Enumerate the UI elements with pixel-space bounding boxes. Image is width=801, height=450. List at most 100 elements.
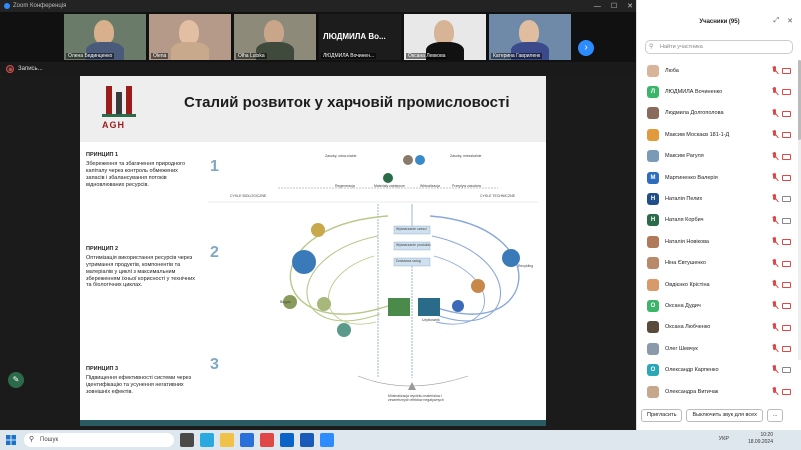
mic-muted-icon[interactable] — [771, 322, 778, 332]
participant-row[interactable]: М Мартиненко Валерія — [637, 167, 797, 188]
participants-panel: Учасники (95) ⤢ ✕ ⚲ Найти участника Люба… — [636, 0, 801, 430]
participant-row[interactable]: Л ЛЮДМИЛА Вочиненко — [637, 81, 797, 102]
participant-row[interactable]: Овдієнко Крістіна — [637, 274, 797, 295]
participant-search-input[interactable]: ⚲ Найти участника — [645, 40, 793, 54]
camera-off-icon[interactable] — [782, 388, 791, 395]
participant-row[interactable]: Ніна Євтушенко — [637, 253, 797, 274]
principle-heading: ПРИНЦИП 3 — [86, 366, 119, 372]
mic-muted-icon[interactable] — [771, 215, 778, 225]
video-tile[interactable]: Олена Бединценко — [64, 14, 146, 60]
outlook-icon[interactable] — [280, 433, 294, 447]
mic-muted-icon[interactable] — [771, 87, 778, 96]
mic-muted-icon[interactable] — [771, 301, 778, 310]
participant-row[interactable]: Наталія Новікова — [637, 231, 797, 252]
camera-off-icon[interactable] — [782, 303, 791, 310]
zoom-logo-icon — [4, 3, 10, 9]
participant-row[interactable]: Люба — [637, 60, 797, 81]
principle-3: ПРИНЦИП 3 Підвищення ефективності систем… — [86, 366, 196, 396]
more-button[interactable]: ... — [766, 408, 784, 422]
camera-off-icon[interactable] — [782, 174, 791, 181]
camera-off-icon[interactable] — [782, 89, 791, 96]
diagram-label: Biogaz — [280, 300, 291, 304]
mic-muted-icon[interactable] — [771, 237, 778, 246]
participant-body — [171, 42, 209, 60]
system-clock[interactable]: 10:20 18.09.2024 — [748, 432, 773, 445]
participant-status — [771, 279, 791, 289]
diagram-label: CYKLE TECHNICZNE — [480, 194, 515, 198]
participant-row[interactable]: Оксана Любченко — [637, 317, 797, 338]
store-icon[interactable] — [240, 433, 254, 447]
participant-name: Олег Шевчук — [665, 345, 698, 352]
invite-button[interactable]: Пригласить — [641, 408, 683, 422]
diagram-label: Minimalizacja wycieku materialow i zewne… — [388, 394, 444, 402]
next-page-arrow-icon[interactable]: › — [578, 40, 594, 56]
maximize-icon[interactable]: ☐ — [611, 2, 617, 10]
video-tile[interactable]: Olha Lutska — [234, 14, 316, 60]
video-tile[interactable]: ЛЮДМИЛА Во... ЛЮДМИЛА Вочинен... — [319, 14, 401, 60]
camera-off-icon[interactable] — [782, 260, 791, 267]
windows-logo-icon — [6, 435, 16, 445]
minimize-icon[interactable]: — — [594, 3, 601, 10]
zoom-taskbar-icon[interactable] — [320, 433, 334, 447]
avatar — [647, 257, 659, 270]
mic-muted-icon[interactable] — [771, 365, 778, 374]
mic-muted-icon[interactable] — [771, 172, 778, 182]
mute-all-button[interactable]: Выключить звук для всех — [686, 408, 763, 422]
mic-muted-icon[interactable] — [771, 66, 778, 75]
participant-row[interactable]: Олександра Витичак — [637, 381, 797, 402]
mic-muted-icon[interactable] — [771, 108, 778, 118]
mic-muted-icon[interactable] — [771, 151, 778, 161]
camera-off-icon[interactable] — [782, 110, 791, 117]
participant-row[interactable]: Людмила Долгополова — [637, 103, 797, 124]
camera-off-icon[interactable] — [782, 346, 791, 353]
camera-off-icon[interactable] — [782, 132, 791, 139]
mic-muted-icon[interactable] — [771, 344, 778, 353]
principle-text: Оптимізація використання ресурсів через … — [86, 254, 195, 289]
camera-on-icon[interactable] — [782, 196, 791, 203]
mic-muted-icon[interactable] — [771, 130, 778, 139]
window-title: Zoom Конференція — [13, 3, 67, 9]
participant-status — [771, 301, 791, 310]
edge-icon[interactable] — [200, 433, 214, 447]
participant-name: Мартиненко Валерія — [665, 174, 718, 181]
language-indicator[interactable]: УКР — [719, 436, 729, 442]
participant-name: Оксана Дудич — [665, 302, 701, 309]
mic-muted-icon[interactable] — [771, 279, 778, 289]
mic-muted-icon[interactable] — [771, 258, 778, 268]
close-icon[interactable]: ✕ — [627, 2, 633, 10]
mic-muted-icon[interactable] — [771, 194, 778, 203]
task-view-icon[interactable] — [180, 433, 194, 447]
participant-row[interactable]: О Олександр Карпенко — [637, 359, 797, 380]
camera-off-icon[interactable] — [782, 153, 791, 160]
diagram-label: Przeplyw zasobow — [452, 184, 481, 188]
word-icon[interactable] — [300, 433, 314, 447]
file-explorer-icon[interactable] — [220, 433, 234, 447]
participant-row[interactable]: Максим Москаєв 181-1-Д — [637, 124, 797, 145]
annotate-pencil-icon[interactable]: ✎ — [8, 372, 24, 388]
record-icon[interactable] — [6, 65, 14, 73]
participant-row[interactable]: Н Наталія Пелих — [637, 188, 797, 209]
start-button[interactable] — [0, 430, 22, 450]
chrome-icon[interactable] — [260, 433, 274, 447]
participant-row[interactable]: Олег Шевчук — [637, 338, 797, 359]
participant-row[interactable]: Н Наталя Корбич — [637, 210, 797, 231]
camera-off-icon[interactable] — [782, 239, 791, 246]
participant-row[interactable]: Максим Рагуля — [637, 146, 797, 167]
camera-off-icon[interactable] — [782, 324, 791, 331]
video-tile[interactable]: Оксана Левкова — [404, 14, 486, 60]
video-tile[interactable]: Катерина Гавриленк — [489, 14, 571, 60]
close-panel-icon[interactable]: ✕ — [787, 17, 793, 25]
principle-text: Підвищення ефективності системи через ід… — [86, 374, 192, 395]
camera-off-icon[interactable] — [782, 281, 791, 288]
mic-muted-icon[interactable] — [771, 386, 778, 396]
camera-on-icon[interactable] — [782, 367, 791, 374]
participant-status — [771, 151, 791, 161]
video-tile[interactable]: Olena — [149, 14, 231, 60]
popout-icon[interactable]: ⤢ — [774, 17, 780, 25]
participant-row[interactable]: О Оксана Дудич — [637, 295, 797, 316]
participant-name: Максим Рагуля — [665, 153, 704, 160]
camera-off-icon[interactable] — [782, 68, 791, 74]
renew-icon — [383, 173, 393, 183]
taskbar-search-input[interactable]: ⚲ Пошук — [24, 433, 174, 447]
camera-on-icon[interactable] — [782, 217, 791, 224]
